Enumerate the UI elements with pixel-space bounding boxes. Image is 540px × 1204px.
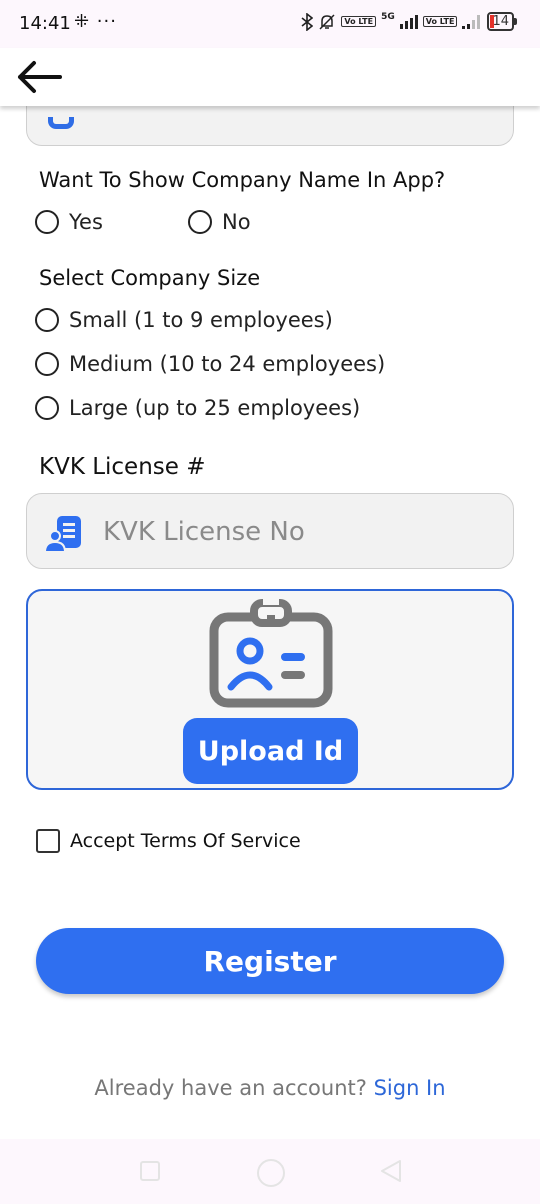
network-gen: 5G [381, 11, 395, 22]
kvk-label: KVK License # [39, 454, 206, 480]
battery-icon: 14 [487, 12, 517, 31]
radio-show-no[interactable]: No [188, 210, 251, 234]
radio-show-yes[interactable]: Yes [35, 210, 103, 234]
show-company-question: Want To Show Company Name In App? [39, 168, 446, 192]
radio-label: Yes [69, 210, 103, 234]
company-size-label: Select Company Size [39, 266, 261, 290]
radio-label: Medium (10 to 24 employees) [69, 352, 386, 376]
radio-circle [35, 352, 59, 376]
kvk-input[interactable] [101, 506, 495, 558]
upload-id-area[interactable]: Upload Id [26, 589, 514, 790]
app-header [0, 48, 540, 106]
terms-label: Accept Terms Of Service [70, 830, 301, 852]
radio-label: Large (up to 25 employees) [69, 396, 361, 420]
battery-level: 14 [492, 14, 509, 29]
radio-circle [35, 396, 59, 420]
radio-label: No [222, 210, 251, 234]
kvk-field[interactable] [26, 493, 514, 569]
radio-size-medium[interactable]: Medium (10 to 24 employees) [35, 352, 385, 376]
status-indicators: Vo LTE 5G Vo LTE 14 [301, 11, 517, 31]
radio-circle [188, 210, 212, 234]
field-icon [48, 117, 74, 129]
register-button[interactable]: Register [36, 928, 504, 994]
signin-row: Already have an account? Sign In [0, 1076, 540, 1100]
radio-circle [35, 210, 59, 234]
radio-size-large[interactable]: Large (up to 25 employees) [35, 396, 360, 420]
id-card-icon [209, 595, 333, 708]
arrow-left-icon [18, 61, 62, 93]
signal-weak-icon [462, 14, 481, 29]
notification-icons: ⁜ ··· [74, 11, 117, 32]
radio-circle [35, 308, 59, 332]
back-button[interactable] [14, 56, 66, 98]
signin-prompt: Already have an account? [94, 1076, 367, 1100]
terms-checkbox[interactable] [36, 829, 60, 853]
signal-icon [399, 14, 418, 29]
upload-id-button[interactable]: Upload Id [183, 718, 358, 784]
signin-link[interactable]: Sign In [374, 1076, 446, 1100]
mute-bell-icon [319, 13, 335, 30]
volte-badge-2: Vo LTE [422, 16, 458, 27]
status-bar: 14:41 ⁜ ··· Vo LTE 5G Vo LTE 14 [0, 0, 540, 48]
recents-button[interactable] [140, 1161, 160, 1181]
radio-label: Small (1 to 9 employees) [69, 308, 333, 332]
status-time: 14:41 [19, 13, 71, 34]
volte-badge: Vo LTE [341, 16, 377, 27]
accept-terms[interactable]: Accept Terms Of Service [36, 829, 301, 853]
home-button[interactable] [257, 1159, 285, 1187]
radio-size-small[interactable]: Small (1 to 9 employees) [35, 308, 333, 332]
system-nav-bar [0, 1139, 540, 1204]
license-icon [43, 516, 81, 553]
bluetooth-icon [301, 12, 314, 31]
nav-back-icon[interactable] [380, 1159, 402, 1183]
